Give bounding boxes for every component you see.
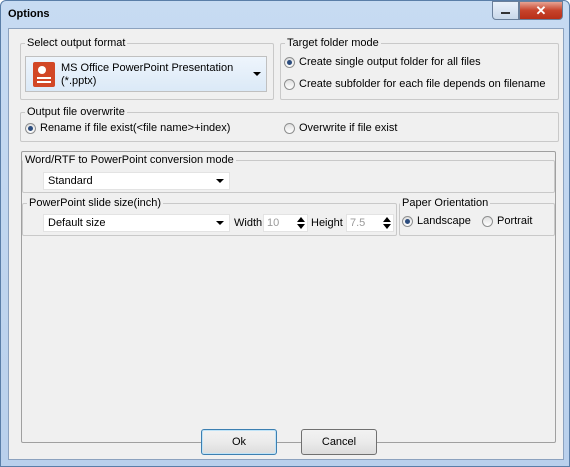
width-label: Width	[234, 217, 263, 229]
radio-unselected-icon	[284, 122, 295, 134]
minimize-icon	[501, 12, 510, 14]
radio-selected-icon	[402, 215, 413, 227]
spin-up-icon[interactable]	[383, 217, 391, 222]
overwrite-label: Output file overwrite	[25, 106, 127, 118]
height-spinner[interactable]: 7.5	[346, 214, 394, 232]
dialog-client: Select output format MS Office PowerPoin…	[8, 28, 564, 460]
minimize-button[interactable]	[492, 1, 519, 20]
conversion-mode-label: Word/RTF to PowerPoint conversion mode	[23, 154, 236, 166]
slide-size-group: PowerPoint slide size(inch) Default size…	[22, 197, 397, 236]
radio-overwrite-label: Overwrite if file exist	[299, 122, 398, 134]
overwrite-group: Output file overwrite Rename if file exi…	[20, 106, 559, 142]
chevron-down-icon	[216, 221, 224, 225]
output-format-group: Select output format MS Office PowerPoin…	[20, 37, 274, 100]
cancel-button[interactable]: Cancel	[301, 429, 377, 455]
radio-subfolder-label: Create subfolder for each file depends o…	[299, 78, 546, 90]
close-button[interactable]: ✕	[519, 1, 563, 20]
spin-up-icon[interactable]	[297, 217, 305, 222]
width-value: 10	[267, 217, 280, 229]
radio-unselected-icon	[284, 78, 295, 90]
orientation-label: Paper Orientation	[400, 197, 491, 209]
radio-unselected-icon	[482, 215, 493, 227]
radio-single-folder[interactable]: Create single output folder for all file…	[284, 56, 481, 68]
radio-portrait[interactable]: Portrait	[482, 215, 532, 227]
spin-down-icon[interactable]	[297, 224, 305, 229]
radio-landscape-label: Landscape	[417, 215, 471, 227]
powerpoint-icon	[33, 62, 55, 87]
height-label: Height	[311, 217, 343, 229]
width-spinner[interactable]: 10	[263, 214, 308, 232]
window-title: Options	[8, 8, 50, 20]
conversion-mode-value: Standard	[48, 175, 93, 187]
chevron-down-icon	[253, 72, 261, 76]
output-format-select[interactable]: MS Office PowerPoint Presentation (*.ppt…	[25, 56, 267, 92]
radio-rename-label: Rename if file exist(<file name>+index)	[40, 122, 231, 134]
slide-size-label: PowerPoint slide size(inch)	[27, 197, 164, 209]
height-value: 7.5	[350, 217, 366, 229]
conversion-mode-group: Word/RTF to PowerPoint conversion mode S…	[22, 154, 555, 193]
slide-size-select[interactable]: Default size	[43, 214, 230, 232]
spin-down-icon[interactable]	[383, 224, 391, 229]
radio-single-folder-label: Create single output folder for all file…	[299, 56, 481, 68]
target-folder-label: Target folder mode	[285, 37, 381, 49]
title-bar: Options ✕	[1, 1, 569, 28]
close-icon: ✕	[535, 2, 547, 18]
radio-subfolder[interactable]: Create subfolder for each file depends o…	[284, 78, 545, 90]
conversion-mode-select[interactable]: Standard	[43, 172, 230, 190]
conversion-panel: Word/RTF to PowerPoint conversion mode S…	[21, 151, 556, 443]
orientation-group: Paper Orientation Landscape Portrait	[399, 197, 555, 236]
radio-portrait-label: Portrait	[497, 215, 533, 227]
target-folder-group: Target folder mode Create single output …	[280, 37, 559, 100]
chevron-down-icon	[216, 179, 224, 183]
ok-button[interactable]: Ok	[201, 429, 277, 455]
output-format-label: Select output format	[25, 37, 128, 49]
radio-selected-icon	[284, 56, 295, 68]
radio-landscape[interactable]: Landscape	[402, 215, 471, 227]
slide-size-value: Default size	[48, 217, 106, 229]
radio-overwrite[interactable]: Overwrite if file exist	[284, 122, 397, 134]
radio-selected-icon	[25, 122, 36, 134]
radio-rename[interactable]: Rename if file exist(<file name>+index)	[25, 122, 230, 134]
output-format-value: MS Office PowerPoint Presentation (*.ppt…	[61, 62, 234, 87]
options-window: Options ✕ Select output format MS Office…	[0, 0, 570, 467]
